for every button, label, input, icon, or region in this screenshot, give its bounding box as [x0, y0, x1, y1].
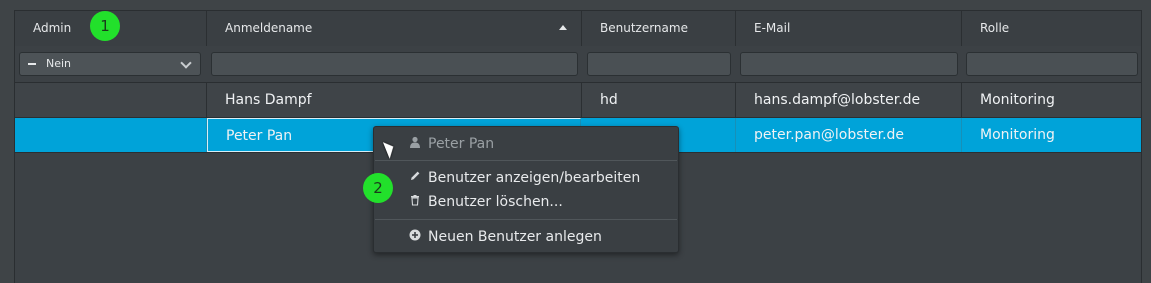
chevron-down-icon — [180, 57, 192, 69]
column-header-login[interactable]: Anmeldename — [207, 11, 582, 46]
login-filter-input[interactable] — [211, 52, 578, 76]
context-menu: Peter Pan Benutzer anzeigen/bearbeiten B… — [373, 126, 679, 253]
username-filter-input[interactable] — [587, 52, 731, 76]
column-header-role[interactable]: Rolle — [962, 11, 1141, 46]
table-row[interactable]: Hans Dampf hd hans.dampf@lobster.de Moni… — [15, 83, 1141, 118]
email-cell: hans.dampf@lobster.de — [736, 83, 962, 117]
sort-ascending-icon[interactable] — [559, 25, 567, 30]
column-header-label: Anmeldename — [225, 21, 313, 35]
menu-divider — [375, 160, 677, 161]
minus-icon — [28, 63, 36, 65]
column-header-label: Benutzername — [600, 21, 688, 35]
column-header-label: E-Mail — [754, 21, 791, 35]
pencil-icon — [408, 167, 422, 189]
email-filter-input[interactable] — [740, 52, 958, 76]
user-icon — [408, 133, 422, 155]
column-header-username[interactable]: Benutzername — [582, 11, 736, 46]
login-cell: Hans Dampf — [207, 83, 582, 117]
menu-item-label: Neuen Benutzer anlegen — [428, 229, 602, 245]
role-cell: Monitoring — [980, 127, 1055, 143]
username-cell: hd — [582, 83, 736, 117]
column-header-email[interactable]: E-Mail — [736, 11, 962, 46]
menu-item-label: Benutzer löschen... — [428, 194, 563, 210]
menu-divider — [375, 219, 677, 220]
filter-row: Nein — [15, 46, 1141, 83]
grid-header: Admin Anmeldename Benutzername E-Mail Ro… — [15, 10, 1141, 47]
admin-filter-select[interactable]: Nein — [19, 52, 201, 76]
admin-cell — [15, 118, 207, 152]
column-header-label: Admin — [33, 21, 72, 35]
role-cell: Monitoring — [980, 92, 1055, 108]
menu-item-label: Benutzer anzeigen/bearbeiten — [428, 170, 641, 186]
trash-icon — [408, 191, 422, 213]
context-menu-title: Peter Pan — [374, 133, 678, 155]
admin-cell — [15, 83, 207, 117]
annotation-badge-2: 2 — [363, 173, 393, 203]
annotation-badge-1: 1 — [90, 11, 120, 41]
plus-circle-icon — [408, 226, 422, 248]
menu-item-new-user[interactable]: Neuen Benutzer anlegen — [374, 226, 678, 248]
admin-filter-value: Nein — [46, 57, 72, 70]
column-header-label: Rolle — [980, 21, 1010, 35]
email-cell: peter.pan@lobster.de — [736, 118, 962, 152]
menu-item-delete-user[interactable]: Benutzer löschen... — [374, 191, 678, 213]
menu-item-edit-user[interactable]: Benutzer anzeigen/bearbeiten — [374, 167, 678, 189]
role-filter-input[interactable] — [966, 52, 1138, 76]
context-menu-title-label: Peter Pan — [428, 136, 495, 152]
